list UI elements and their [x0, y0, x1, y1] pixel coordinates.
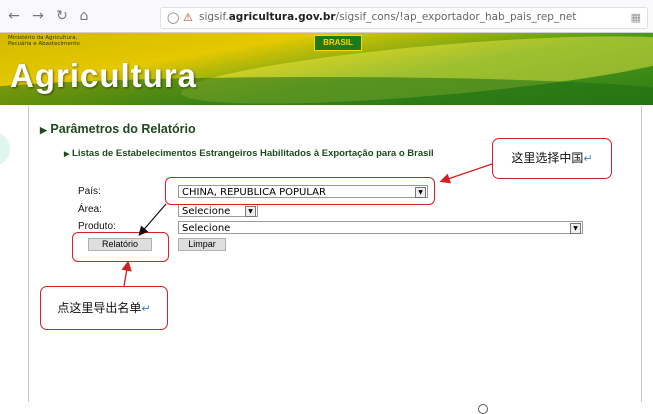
arrow-to-pais-select [439, 163, 493, 184]
annotation-arrows [121, 163, 493, 287]
mouse-cursor-icon [478, 404, 488, 414]
arrow-to-relatorio-button [121, 260, 132, 287]
arrow-pointer-black [138, 203, 167, 236]
